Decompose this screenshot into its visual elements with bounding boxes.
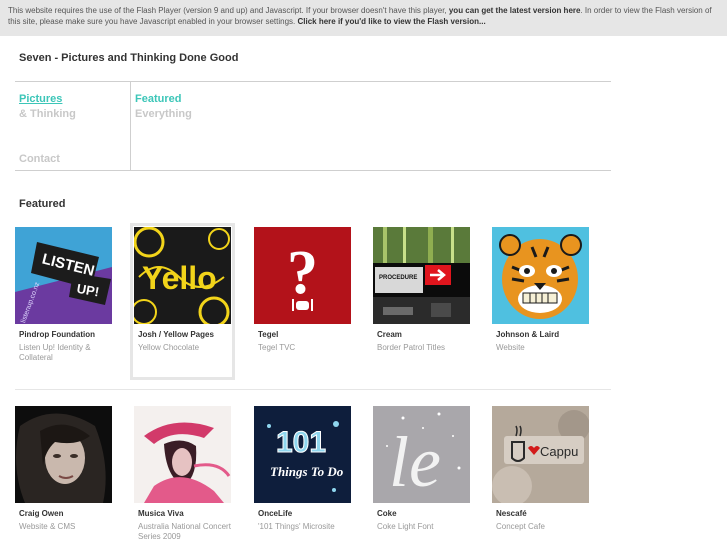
featured-heading: Featured: [19, 198, 66, 210]
nav-right: Featured Everything: [135, 92, 192, 122]
num-101-text: 101: [276, 426, 326, 459]
project-name[interactable]: Coke: [377, 509, 397, 518]
thumbnail-listen-up[interactable]: LISTEN UP! listenup.co.nz: [15, 227, 112, 324]
project-name[interactable]: Josh / Yellow Pages: [138, 330, 214, 339]
site-title: Seven - Pictures and Thinking Done Good: [19, 52, 239, 64]
nav-column-divider: [130, 82, 131, 170]
nav-everything[interactable]: Everything: [135, 107, 192, 122]
project-desc: Concept Cafe: [496, 522, 545, 531]
project-desc: '101 Things' Microsite: [258, 522, 335, 531]
thumbnail-portrait[interactable]: [15, 406, 112, 503]
project-desc: Tegel TVC: [258, 343, 296, 352]
project-desc: Listen Up! Identity & Collateral: [19, 343, 91, 362]
flash-notice-bar: This website requires the use of the Fla…: [0, 0, 727, 36]
header-divider: [15, 81, 611, 82]
nav-left: Pictures & Thinking: [19, 92, 76, 122]
coke-font-text: le: [389, 422, 441, 502]
thumbnail-coke-light[interactable]: le: [373, 406, 470, 503]
flash-version-link[interactable]: Click here if you'd like to view the Fla…: [297, 17, 485, 26]
thumbnail-musica[interactable]: [134, 406, 231, 503]
project-desc: Coke Light Font: [377, 522, 434, 531]
nav-bottom-divider: [15, 170, 611, 171]
project-name[interactable]: Nescafé: [496, 509, 527, 518]
get-flash-link[interactable]: you can get the latest version here: [449, 6, 581, 15]
row-divider: [15, 389, 611, 390]
flash-notice-text-1: This website requires the use of the Fla…: [8, 6, 449, 15]
procedure-text: PROCEDURE: [379, 275, 417, 281]
thumbnail-cream[interactable]: PROCEDURE: [373, 227, 470, 324]
project-name[interactable]: Pindrop Foundation: [19, 330, 95, 339]
project-desc: Border Patrol Titles: [377, 343, 446, 352]
cappu-text: Cappu: [540, 444, 578, 459]
nav-thinking[interactable]: & Thinking: [19, 107, 76, 122]
project-name[interactable]: OnceLife: [258, 509, 292, 518]
nav-contact-wrap: Contact: [19, 152, 60, 167]
thumbnail-tegel[interactable]: ?: [254, 227, 351, 324]
nav-pictures[interactable]: Pictures: [19, 92, 76, 107]
thumbnail-nescafe[interactable]: Cappu: [492, 406, 589, 503]
things-text: Things To Do: [270, 464, 344, 479]
yello-text: Yello: [142, 260, 217, 296]
thumbnail-tiger[interactable]: [492, 227, 589, 324]
project-name[interactable]: Tegel: [258, 330, 278, 339]
project-desc: Website & CMS: [19, 522, 76, 531]
nav-contact[interactable]: Contact: [19, 152, 60, 167]
project-desc: Website: [496, 343, 525, 352]
question-mark-text: ?: [287, 239, 318, 307]
thumbnail-yellow[interactable]: Yello: [134, 227, 231, 324]
thumbnail-101-things[interactable]: 101 Things To Do: [254, 406, 351, 503]
project-name[interactable]: Musica Viva: [138, 509, 184, 518]
project-name[interactable]: Cream: [377, 330, 402, 339]
project-desc: Australia National Concert Series 2009: [138, 522, 231, 541]
project-desc: Yellow Chocolate: [138, 343, 200, 352]
project-name[interactable]: Johnson & Laird: [496, 330, 559, 339]
nav-featured[interactable]: Featured: [135, 92, 192, 107]
project-name[interactable]: Craig Owen: [19, 509, 63, 518]
